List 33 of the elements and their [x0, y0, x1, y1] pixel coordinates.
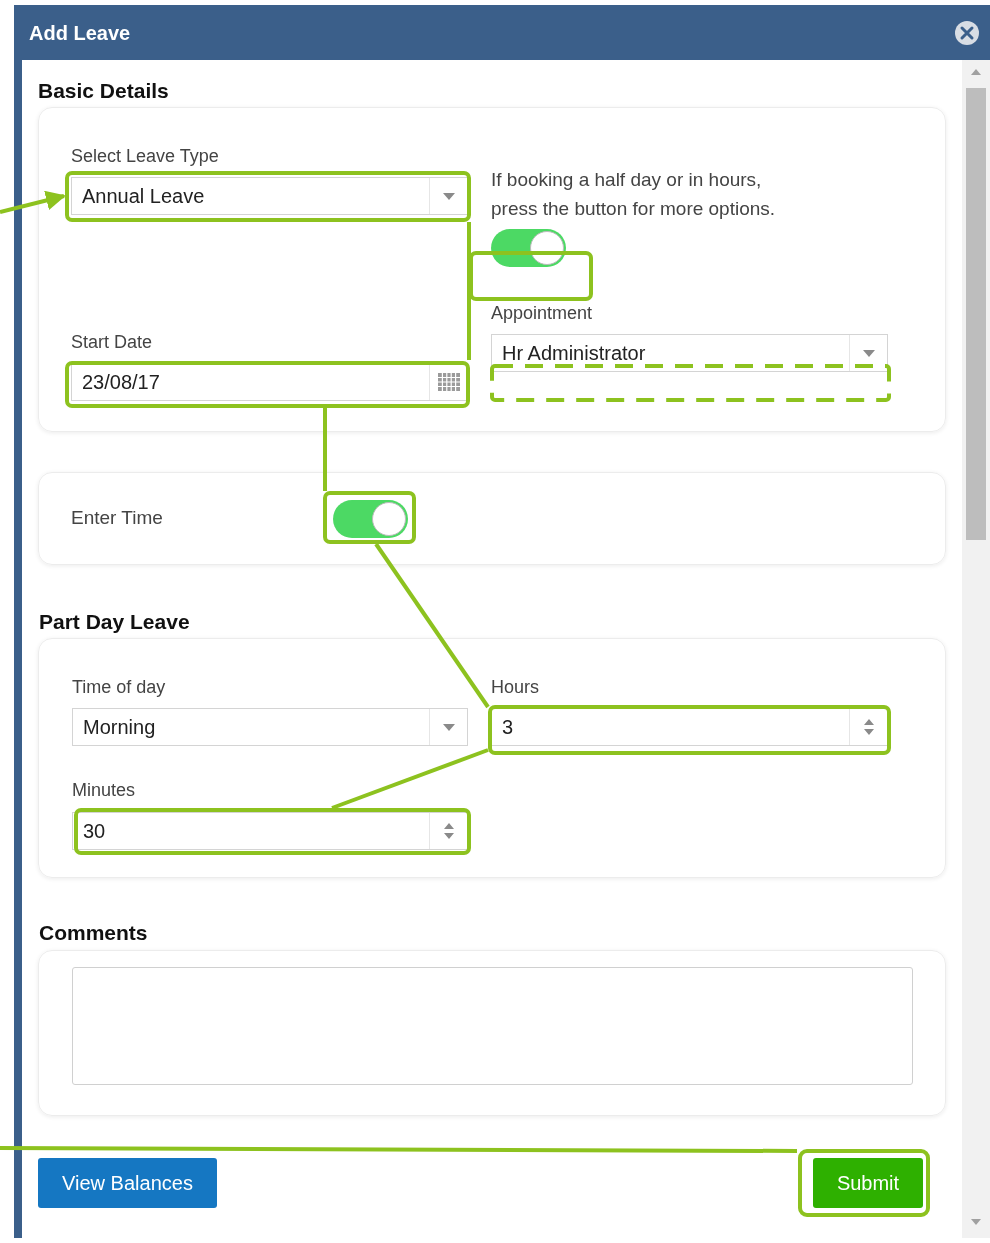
hours-field[interactable]: 3: [491, 708, 888, 746]
caret-icon: [442, 723, 455, 731]
field-label: Hours: [491, 676, 540, 698]
field-label: Enter Time: [71, 506, 164, 531]
spinner-icon[interactable]: [442, 821, 455, 841]
leave-type-select[interactable]: Annual Leave: [71, 177, 468, 215]
field-label: Start Date: [71, 331, 154, 353]
field-label: Minutes: [72, 779, 137, 801]
field-label: Time of day: [72, 676, 167, 698]
time-of-day-select[interactable]: Morning: [72, 708, 468, 746]
calendar-icon[interactable]: [437, 373, 460, 391]
appointment-select[interactable]: Hr Administrator: [491, 334, 888, 372]
window-title: Add Leave: [29, 20, 131, 46]
scrollbar[interactable]: [962, 60, 990, 1238]
scrollbar-thumb[interactable]: [966, 88, 986, 540]
comments-field[interactable]: [72, 967, 913, 1085]
toggle-switch[interactable]: [333, 499, 408, 538]
spinner-icon[interactable]: [862, 717, 875, 737]
caret-icon: [442, 192, 455, 200]
field-label: Select Leave Type: [71, 145, 220, 167]
date-field[interactable]: 23/08/17: [71, 363, 468, 401]
annotation-arrow: [0, 190, 66, 214]
section-heading: Basic Details: [38, 78, 170, 104]
scroll-up-icon[interactable]: [970, 68, 982, 76]
hint-text: If booking a half day or in hours, press the button for more options.: [491, 168, 777, 221]
section-heading: Part Day Leave: [38, 609, 191, 635]
view-balances-button[interactable]: View Balances: [38, 1158, 217, 1208]
caret-icon: [862, 349, 875, 357]
close-icon[interactable]: [954, 19, 980, 46]
field-label: Appointment: [491, 302, 594, 324]
section-heading: Comments: [38, 920, 149, 946]
minutes-field[interactable]: 30: [72, 812, 468, 850]
scroll-down-icon[interactable]: [970, 1218, 982, 1226]
